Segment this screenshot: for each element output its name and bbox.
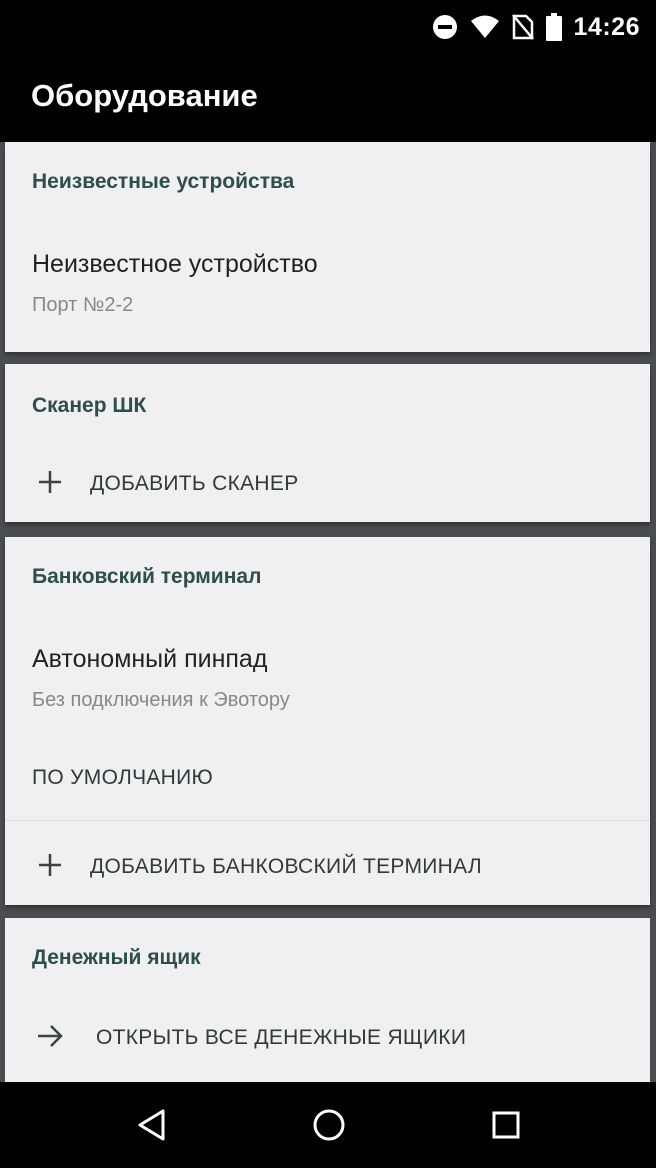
add-scanner-label: ДОБАВИТЬ СКАНЕР bbox=[90, 472, 299, 495]
battery-icon bbox=[545, 13, 562, 41]
add-bank-terminal-button[interactable]: ДОБАВИТЬ БАНКОВСКИЙ ТЕРМИНАЛ bbox=[5, 833, 650, 897]
divider bbox=[5, 820, 650, 821]
back-icon bbox=[138, 1109, 165, 1141]
app-bar: Оборудование bbox=[0, 56, 656, 142]
section-header-scanner: Сканер ШК bbox=[32, 394, 147, 417]
back-button[interactable] bbox=[129, 1102, 175, 1148]
navigation-bar bbox=[0, 1082, 656, 1168]
add-bank-terminal-label: ДОБАВИТЬ БАНКОВСКИЙ ТЕРМИНАЛ bbox=[90, 855, 482, 878]
section-header-cash-drawer: Денежный ящик bbox=[32, 946, 201, 969]
open-all-cash-drawers-button[interactable]: ОТКРЫТЬ ВСЕ ДЕНЕЖНЫЕ ЯЩИКИ bbox=[5, 1004, 650, 1068]
default-button[interactable]: ПО УМОЛЧАНИЮ bbox=[32, 766, 213, 790]
recents-button[interactable] bbox=[483, 1102, 529, 1148]
arrow-right-icon bbox=[38, 1025, 63, 1047]
content-list[interactable]: Неизвестные устройства Неизвестное устро… bbox=[0, 142, 656, 1082]
scanner-card: Сканер ШК ДОБАВИТЬ СКАНЕР bbox=[5, 364, 650, 522]
do-not-disturb-icon bbox=[432, 14, 458, 40]
add-scanner-button[interactable]: ДОБАВИТЬ СКАНЕР bbox=[5, 450, 650, 514]
section-header-unknown-devices: Неизвестные устройства bbox=[32, 170, 295, 193]
home-icon bbox=[313, 1109, 345, 1141]
plus-icon bbox=[39, 854, 61, 876]
wifi-icon bbox=[470, 15, 500, 39]
status-bar: 14:26 bbox=[0, 0, 656, 56]
bank-terminal-card: Банковский терминал Автономный пинпад Бе… bbox=[5, 537, 650, 905]
open-all-cash-drawers-label: ОТКРЫТЬ ВСЕ ДЕНЕЖНЫЕ ЯЩИКИ bbox=[96, 1026, 467, 1049]
home-button[interactable] bbox=[306, 1102, 352, 1148]
clock: 14:26 bbox=[573, 12, 640, 41]
section-header-bank-terminal: Банковский терминал bbox=[32, 565, 262, 588]
page-title: Оборудование bbox=[31, 78, 258, 113]
unknown-device-port: Порт №2-2 bbox=[32, 294, 134, 316]
unknown-devices-card: Неизвестные устройства Неизвестное устро… bbox=[5, 142, 650, 352]
plus-icon bbox=[39, 471, 61, 493]
status-icons: 14:26 bbox=[432, 10, 640, 44]
no-sim-icon bbox=[511, 14, 534, 40]
cash-drawer-card: Денежный ящик ОТКРЫТЬ ВСЕ ДЕНЕЖНЫЕ ЯЩИКИ bbox=[5, 918, 650, 1082]
pinpad-device-name[interactable]: Автономный пинпад bbox=[32, 645, 267, 674]
unknown-device-name[interactable]: Неизвестное устройство bbox=[32, 250, 318, 279]
pinpad-device-status: Без подключения к Эвотору bbox=[32, 689, 290, 711]
recents-icon bbox=[492, 1111, 520, 1139]
